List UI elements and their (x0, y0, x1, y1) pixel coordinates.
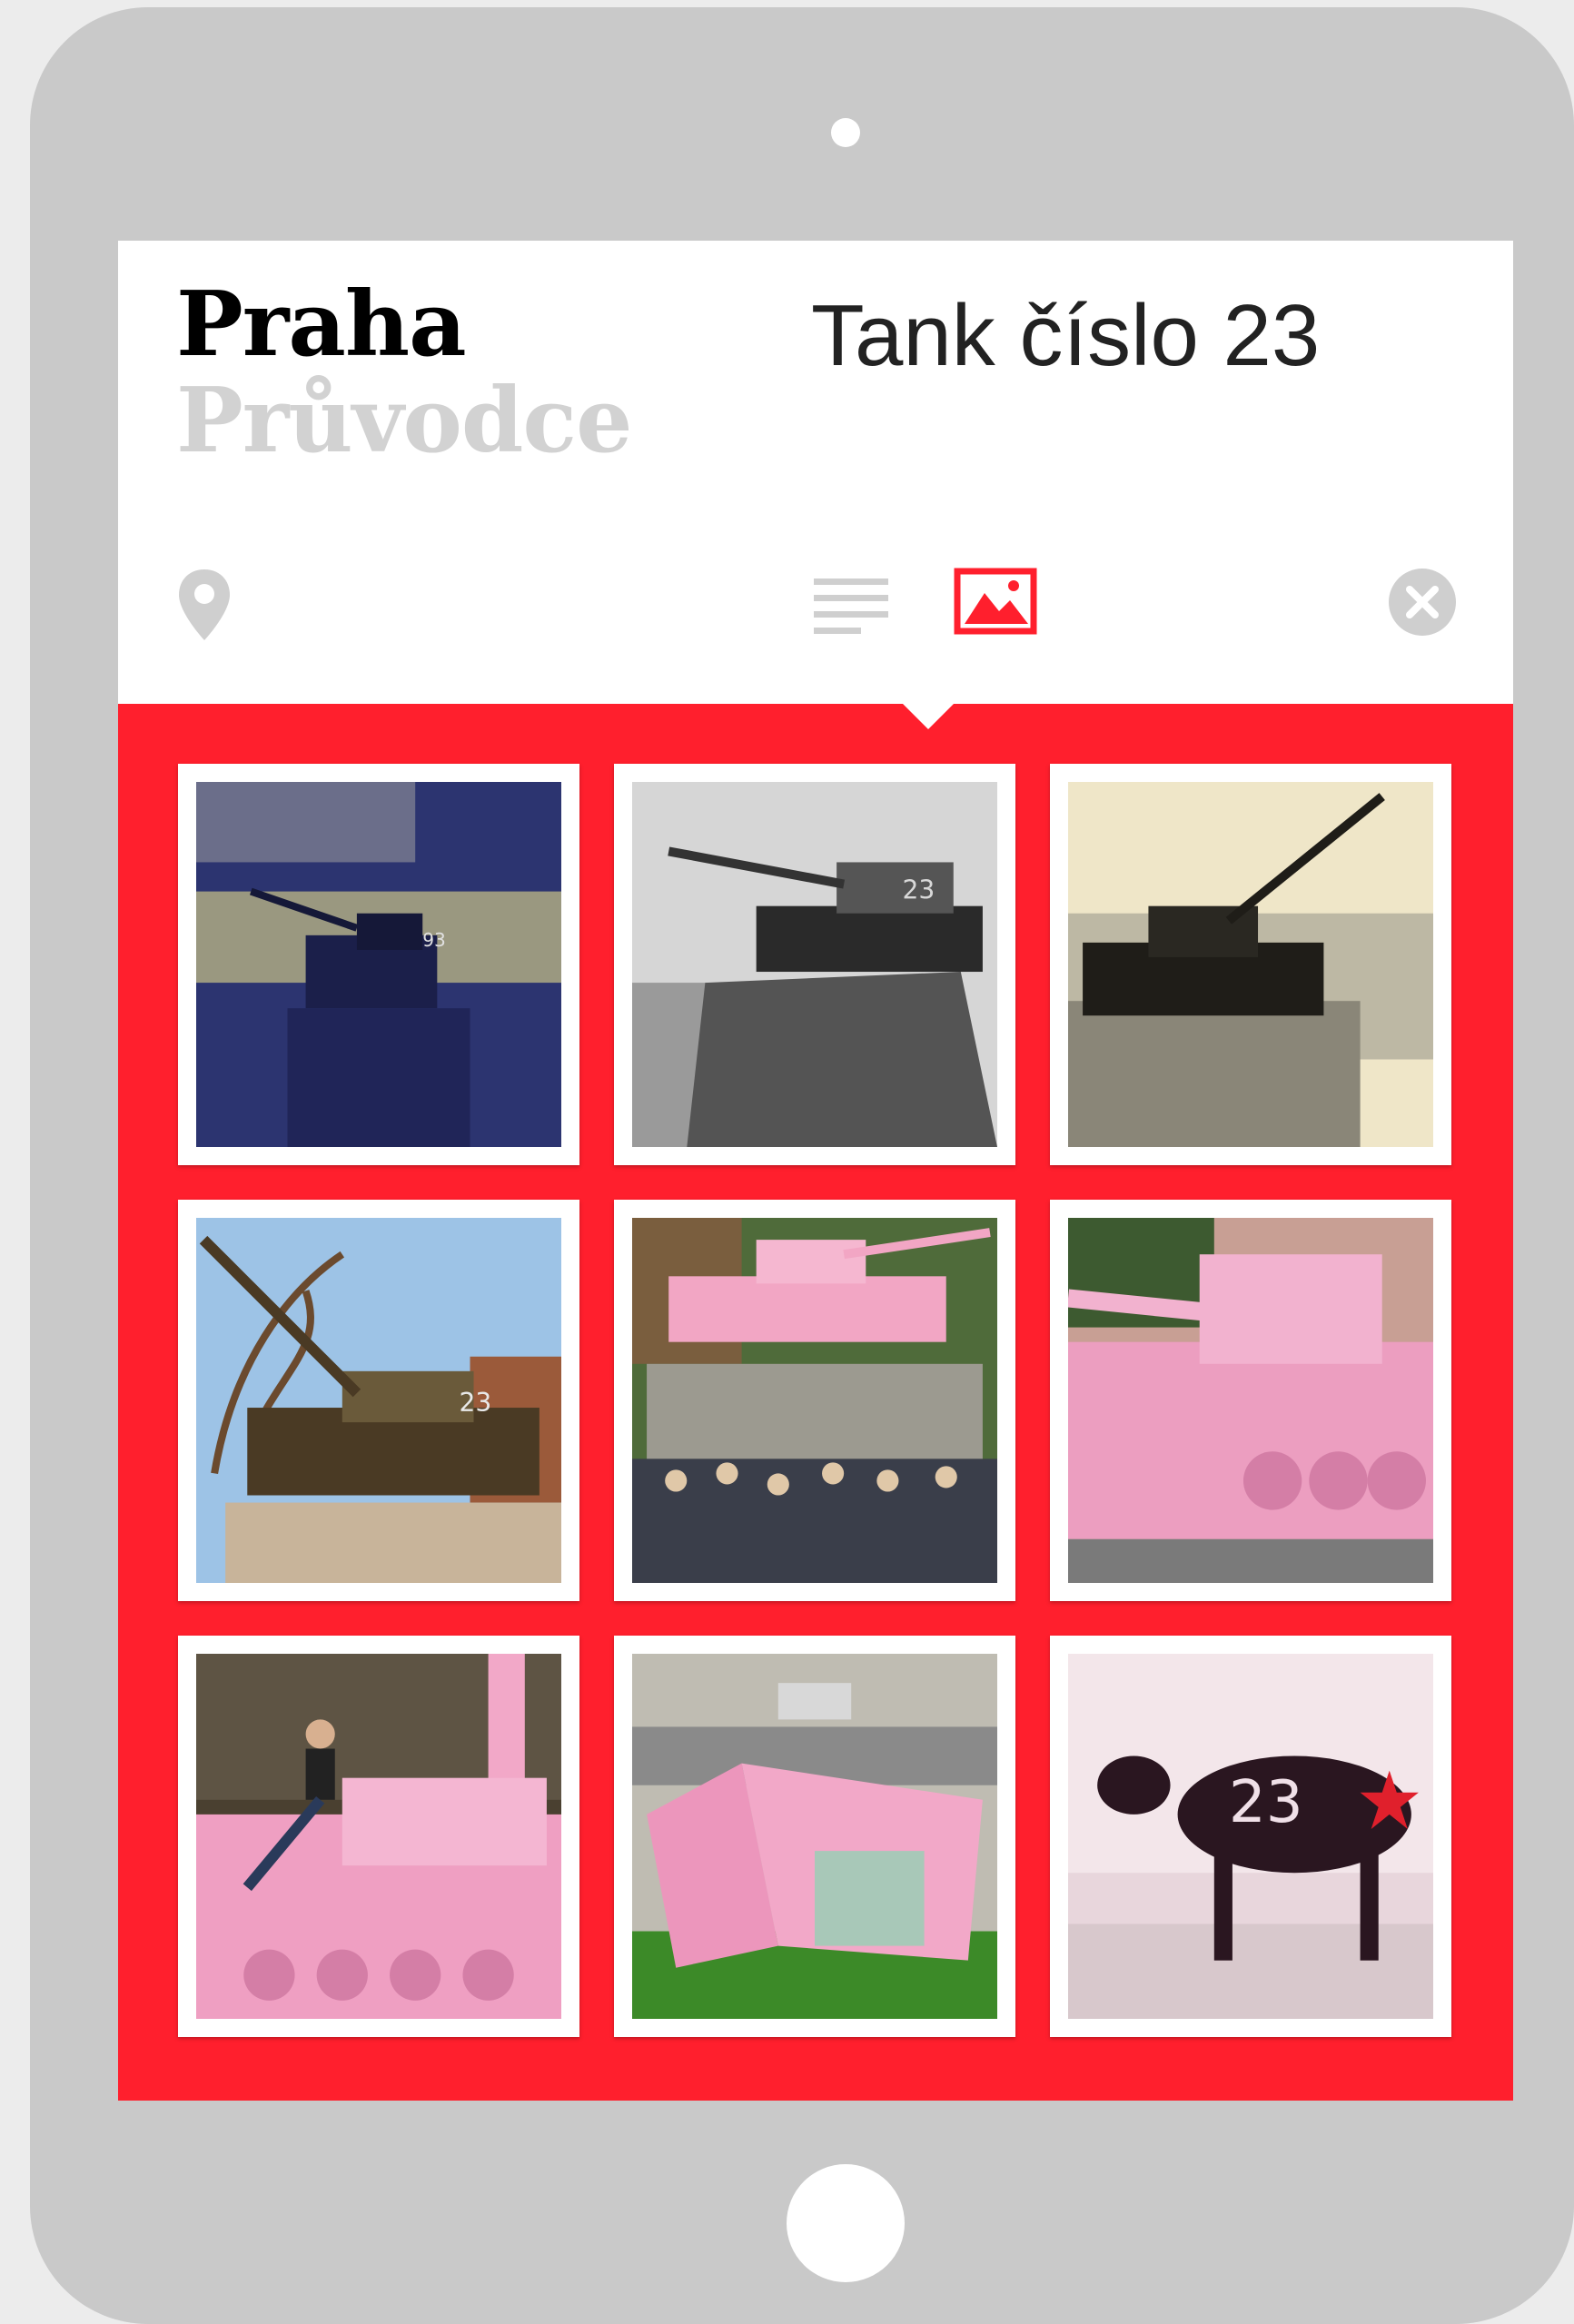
active-tab-pointer (901, 702, 955, 729)
photo-thumbnail-6[interactable] (1050, 1200, 1451, 1601)
photo-thumbnail-5[interactable] (614, 1200, 1015, 1601)
app-screen: Praha Průvodce Tank číslo 23 93 23 23 23 (118, 241, 1513, 2101)
photo-thumbnail-7[interactable] (178, 1636, 579, 2037)
pink-tank-crowd-photo (632, 1218, 997, 1583)
list-icon[interactable] (814, 577, 888, 637)
close-icon[interactable] (1388, 568, 1457, 637)
map-pin-icon[interactable] (176, 568, 233, 642)
brand-secondary: Průvodce (176, 369, 632, 473)
photo-number-label: 23 (1229, 1768, 1303, 1836)
pink-tank-on-grass-photo (632, 1654, 997, 2019)
camera-dot (831, 118, 860, 147)
photo-gallery: 93 23 23 23 (118, 704, 1513, 2101)
photo-grid: 93 23 23 23 (178, 764, 1451, 2037)
pink-tank-closeup-photo (1068, 1218, 1433, 1583)
toolbar (118, 568, 1513, 686)
tank-monochrome-photo: 23 (632, 782, 997, 1147)
photo-thumbnail-4[interactable]: 23 (178, 1200, 579, 1601)
tank-color-photo: 23 (196, 1218, 561, 1583)
page-title: Tank číslo 23 (811, 287, 1321, 384)
cow-statue-photo: 23 (1068, 1654, 1433, 2019)
photo-thumbnail-1[interactable]: 93 (178, 764, 579, 1165)
brand-primary: Praha (176, 272, 467, 377)
photo-thumbnail-8[interactable] (614, 1636, 1015, 2037)
image-icon[interactable] (954, 568, 1037, 635)
home-button[interactable] (787, 2164, 905, 2282)
photo-number-label: 23 (902, 875, 935, 905)
tank-sepia-photo (1068, 782, 1433, 1147)
photo-thumbnail-3[interactable] (1050, 764, 1451, 1165)
photo-number-label: 93 (422, 929, 446, 951)
photo-number-label: 23 (459, 1388, 491, 1418)
pink-tank-person-photo (196, 1654, 561, 2019)
brand-logo[interactable]: Praha Průvodce (176, 272, 632, 473)
photo-thumbnail-9[interactable]: 23 (1050, 1636, 1451, 2037)
photo-thumbnail-2[interactable]: 23 (614, 764, 1015, 1165)
tank-blue-archival-photo: 93 (196, 782, 561, 1147)
